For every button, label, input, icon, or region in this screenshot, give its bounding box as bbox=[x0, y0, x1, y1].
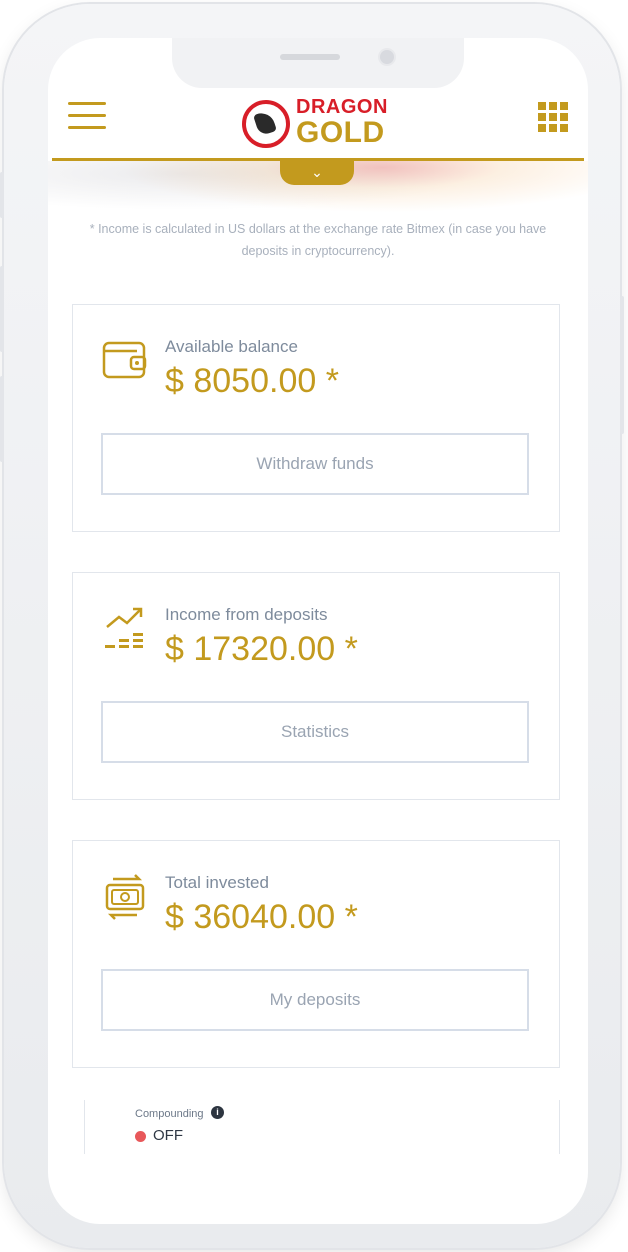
balance-card: Available balance $ 8050.00 * Withdraw f… bbox=[72, 304, 560, 532]
mute-switch bbox=[0, 172, 4, 218]
screen: DRAGON GOLD ⌄ * Income is calculated in … bbox=[48, 38, 588, 1224]
dragon-emblem-icon bbox=[242, 100, 290, 148]
balance-amount: $ 8050.00 * bbox=[165, 362, 339, 400]
invested-amount: $ 36040.00 * bbox=[165, 898, 358, 936]
grid-icon[interactable] bbox=[538, 102, 568, 132]
income-amount: $ 17320.00 * bbox=[165, 630, 358, 668]
income-label: Income from deposits bbox=[165, 605, 328, 624]
balance-label: Available balance bbox=[165, 337, 298, 356]
statistics-button[interactable]: Statistics bbox=[101, 701, 529, 763]
app-header: DRAGON GOLD bbox=[48, 88, 588, 160]
phone-frame: DRAGON GOLD ⌄ * Income is calculated in … bbox=[0, 4, 624, 1248]
income-card: Income from deposits $ 17320.00 * Statis… bbox=[72, 572, 560, 800]
withdraw-funds-button[interactable]: Withdraw funds bbox=[101, 433, 529, 495]
dragon-gold-logo[interactable]: DRAGON GOLD bbox=[242, 96, 392, 158]
my-deposits-button[interactable]: My deposits bbox=[101, 969, 529, 1031]
invested-card: Total invested $ 36040.00 * My deposits bbox=[72, 840, 560, 1068]
speaker bbox=[280, 54, 340, 60]
compounding-state[interactable]: OFF bbox=[153, 1127, 183, 1144]
volume-down-button bbox=[0, 376, 4, 462]
volume-up-button bbox=[0, 266, 4, 352]
wallet-icon bbox=[102, 341, 147, 379]
header-toggle[interactable]: ⌄ bbox=[280, 161, 354, 185]
brand-name-bottom: GOLD bbox=[296, 116, 385, 149]
chevron-down-icon: ⌄ bbox=[311, 164, 323, 180]
info-icon[interactable]: i bbox=[211, 1106, 224, 1119]
compounding-panel: Compounding i OFF bbox=[84, 1100, 560, 1154]
status-dot-icon bbox=[135, 1131, 146, 1142]
growth-chart-icon bbox=[105, 607, 143, 648]
power-button bbox=[620, 296, 624, 434]
hamburger-menu-icon[interactable] bbox=[68, 102, 106, 132]
front-camera bbox=[378, 48, 396, 66]
notch bbox=[172, 38, 464, 88]
invested-label: Total invested bbox=[165, 873, 269, 892]
currency-note: * Income is calculated in US dollars at … bbox=[89, 222, 547, 258]
money-exchange-icon bbox=[105, 874, 145, 920]
compounding-label: Compounding bbox=[135, 1108, 204, 1120]
